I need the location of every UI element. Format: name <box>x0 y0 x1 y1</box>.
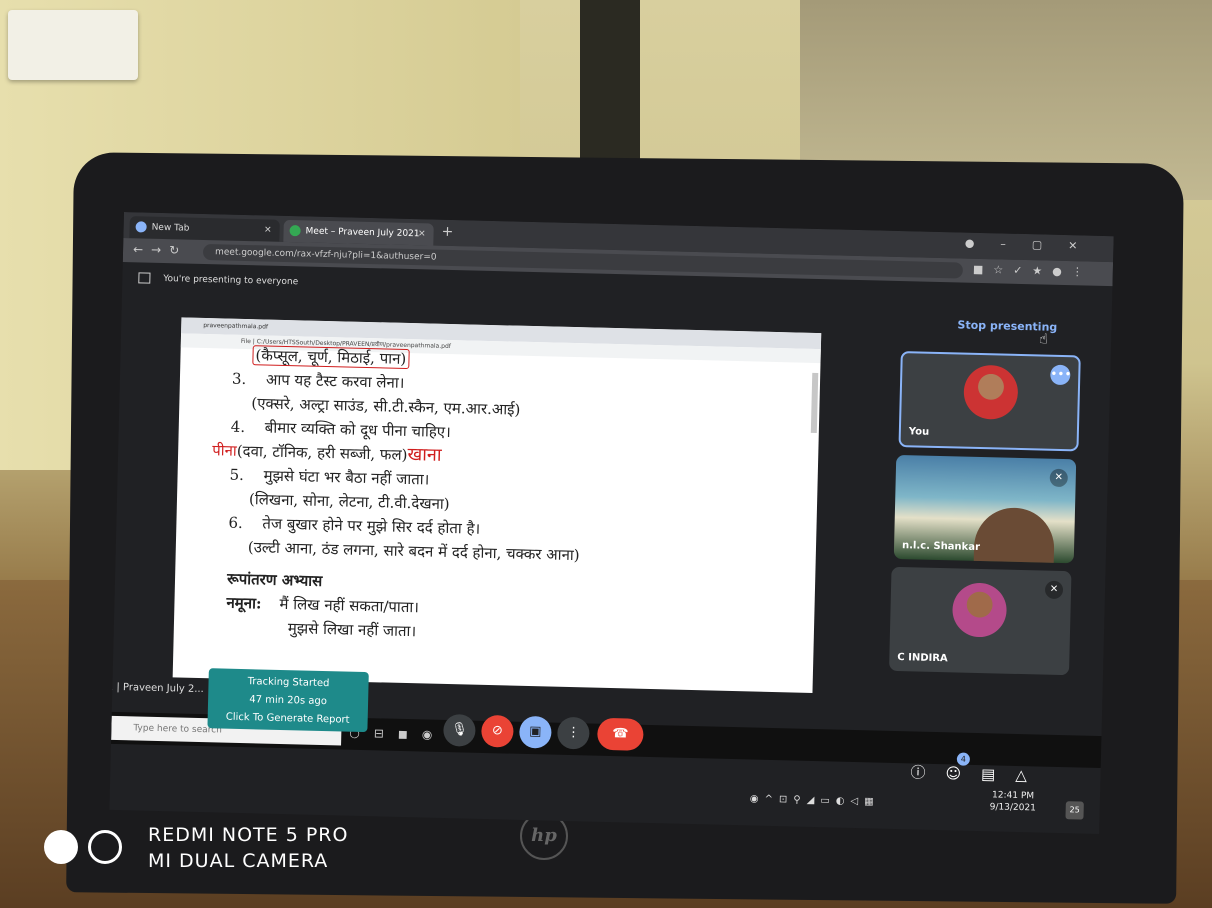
pdf-number: 4. <box>230 417 246 437</box>
pdf-heading: रूपांतरण अभ्यास <box>226 569 323 590</box>
switch-board <box>8 10 138 80</box>
avatar <box>963 364 1019 420</box>
system-clock[interactable]: 12:41 PM 9/13/2021 <box>990 789 1037 814</box>
meeting-label: 12:41 | Praveen July 2... <box>109 681 204 696</box>
notification-badge[interactable]: 25 <box>1065 801 1084 820</box>
pdf-number: 3. <box>231 369 247 389</box>
clock-date: 9/13/2021 <box>989 802 1036 814</box>
window-controls[interactable]: ●–▢✕ <box>965 237 1104 253</box>
end-call-icon[interactable]: ☎ <box>597 717 644 751</box>
pdf-text: (कैप्सूल, चूर्ण, मिठाई, पान) <box>252 345 410 370</box>
chrome-icon <box>135 221 147 233</box>
pdf-text: बीमार व्यक्ति को दूध पीना चाहिए। <box>264 418 451 442</box>
pdf-number: 5. <box>229 465 245 485</box>
handwritten-annotation: पीना <box>211 441 238 460</box>
close-icon[interactable]: ✕ <box>264 219 272 241</box>
generate-report-link[interactable]: Click To Generate Report <box>207 708 367 730</box>
laptop-screen: New Tab ✕ Meet – Praveen July 2021 ✕ + ●… <box>109 212 1114 835</box>
pdf-text: (उल्टी आना, ठंड लगना, सारे बदन में दर्द … <box>247 538 580 565</box>
more-options-icon[interactable]: ••• <box>1050 364 1072 386</box>
presenting-text: You're presenting to everyone <box>163 273 299 288</box>
pdf-text: (दवा, टॉनिक, हरी सब्जी, फल) <box>236 441 408 464</box>
avatar <box>951 582 1008 638</box>
mic-off-icon: ✕ <box>1044 580 1064 600</box>
participant-tile-indira[interactable]: ✕ C INDIRA <box>889 566 1072 676</box>
pdf-label: नमूना: <box>226 593 262 613</box>
present-icon <box>138 272 151 284</box>
handwritten-annotation: खाना <box>407 444 442 466</box>
pdf-content: (कैप्सूल, चूर्ण, मिठाई, पान) 3. आप यह टैस… <box>212 343 813 653</box>
presenting-notice: You're presenting to everyone <box>138 272 298 287</box>
hand-cursor-icon: ☝ <box>1038 331 1048 348</box>
pdf-text: (लिखना, सोना, लेटना, टी.वी.देखना) <box>248 490 450 514</box>
participant-name: You <box>908 426 930 438</box>
pdf-text: मुझसे घंटा भर बैठा नहीं जाता। <box>263 466 430 489</box>
camera-watermark-dots <box>44 830 132 868</box>
doorway <box>580 0 640 160</box>
watermark-line: MI DUAL CAMERA <box>148 850 329 872</box>
shared-pdf-window: praveenpathmala.pdf File | C:/Users/HTSS… <box>172 317 822 693</box>
watermark-ring <box>88 830 122 864</box>
pdf-text: मैं लिख नहीं सकता/पाता। <box>279 594 420 617</box>
participant-name: C INDIRA <box>897 652 948 665</box>
tab-label: Meet – Praveen July 2021 <box>305 226 420 240</box>
pdf-text: तेज बुखार होने पर मुझे सिर दर्द होता है। <box>262 514 481 538</box>
close-icon[interactable]: ✕ <box>418 223 426 245</box>
pdf-text: मुझसे लिखा नहीं जाता। <box>287 619 417 641</box>
system-tray[interactable]: ◉^⊡⚲◢▭◐◁▦ <box>750 793 880 807</box>
tracking-popup[interactable]: Tracking Started 47 min 20s ago Click To… <box>207 668 369 733</box>
pdf-text: (एक्सरे, अल्ट्रा साउंड, सी.टी.स्कैन, एम.… <box>251 394 521 419</box>
mic-off-icon: ✕ <box>1049 468 1068 488</box>
participant-name: n.l.c. Shankar <box>901 540 981 554</box>
tab-label: New Tab <box>151 222 190 234</box>
pdf-text: आप यह टैस्ट करवा लेना। <box>265 370 405 392</box>
participant-tile-shankar[interactable]: ✕ n.l.c. Shankar <box>893 454 1077 564</box>
meet-icon <box>289 225 301 237</box>
meet-side-icons[interactable]: ⓘ☺▤△ <box>910 761 1047 785</box>
new-tab-button[interactable]: + <box>441 224 453 240</box>
nav-buttons[interactable]: ←→↻ <box>133 242 187 257</box>
watermark-dot <box>44 830 78 864</box>
participant-tile-you[interactable]: ••• You <box>898 351 1081 452</box>
pdf-number: 6. <box>228 513 243 532</box>
watermark-line: REDMI NOTE 5 PRO <box>148 824 349 846</box>
clock-time: 12:41 PM <box>991 790 1035 802</box>
participant-video <box>973 506 1056 564</box>
camera-watermark: REDMI NOTE 5 PRO MI DUAL CAMERA <box>148 822 348 874</box>
